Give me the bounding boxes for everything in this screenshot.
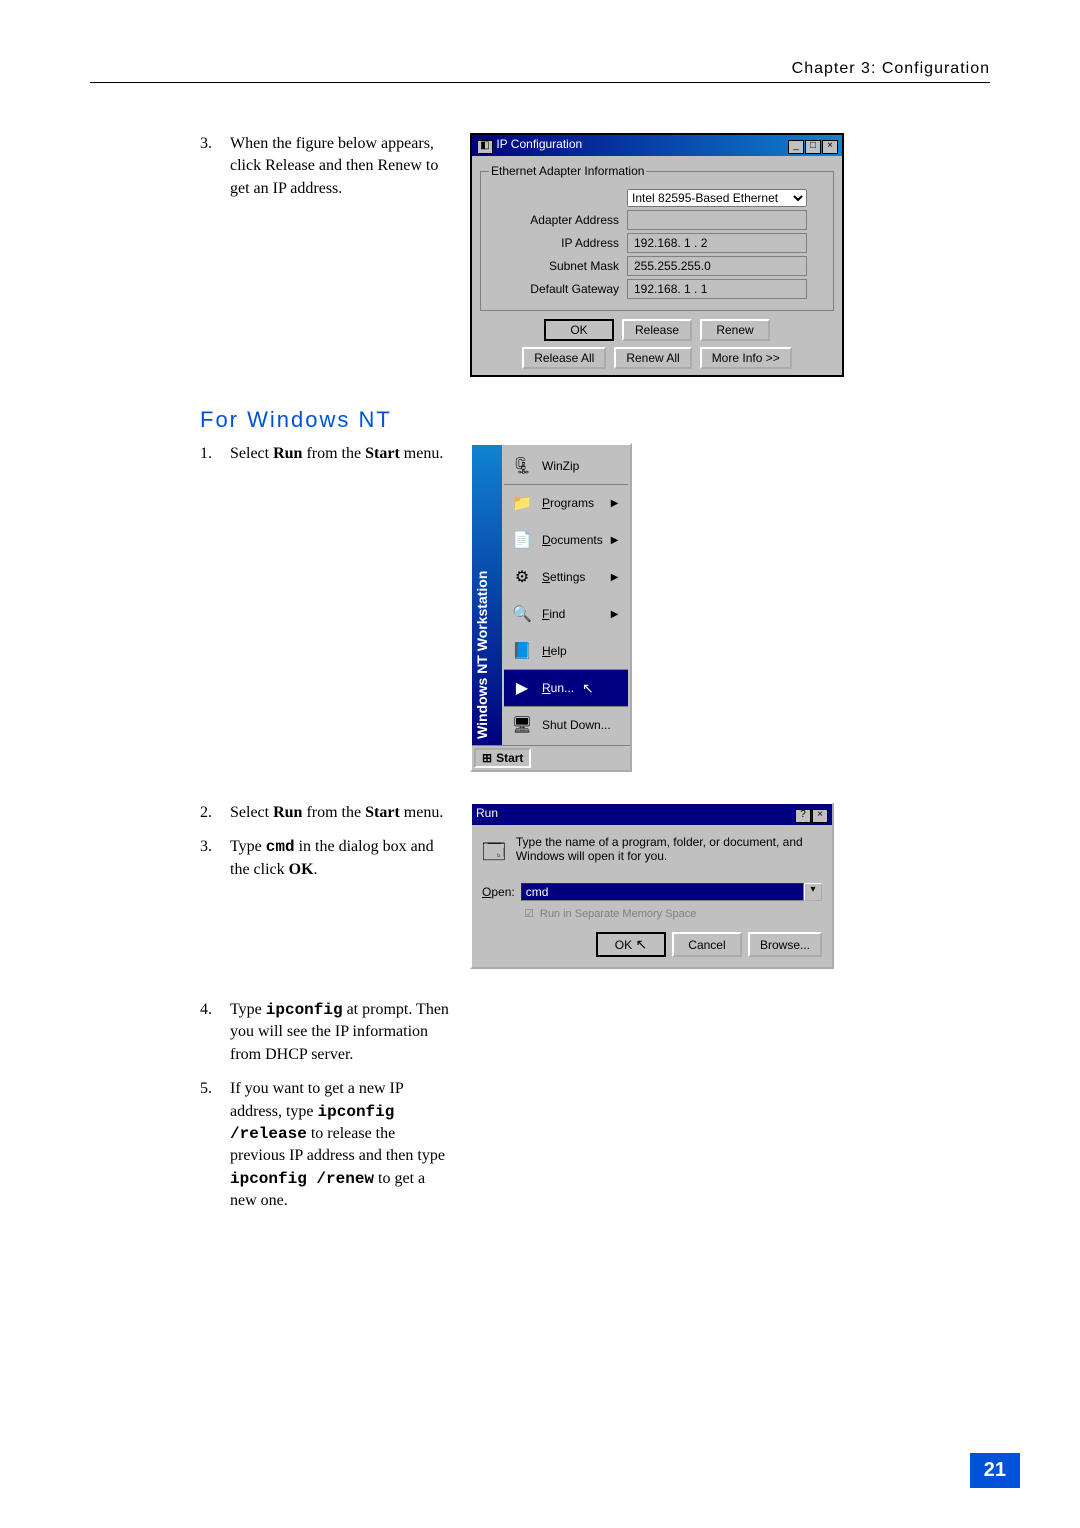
release-button[interactable]: Release [622, 319, 692, 341]
menu-item-run[interactable]: ▶ Run... ↖ [504, 669, 628, 706]
minimize-icon[interactable]: _ [788, 140, 804, 154]
browse-button[interactable]: Browse... [748, 932, 822, 957]
menu-item-help[interactable]: 📘 Help [504, 632, 628, 669]
checkbox-icon: ☑ [524, 907, 534, 920]
step-3: 3. When the figure below appears, click … [200, 133, 450, 200]
start-menu: Windows NT Workstation 🗜 WinZip 📁 Progra… [470, 443, 632, 772]
settings-icon: ⚙ [510, 565, 534, 589]
shutdown-icon: 🖥 [510, 713, 534, 737]
close-icon[interactable]: × [822, 140, 838, 154]
cursor-icon: ↖ [582, 680, 594, 697]
start-menu-sidebar: Windows NT Workstation [472, 445, 502, 745]
run-icon: ▶ [510, 676, 534, 700]
ok-button[interactable]: OK ↖ [596, 932, 666, 957]
run-title: Run [476, 806, 498, 823]
step-2-nt: 2. Select Run from the Start menu. [200, 802, 450, 824]
default-gateway-value: 192.168. 1 . 1 [627, 279, 807, 299]
maximize-icon[interactable]: □ [805, 140, 821, 154]
cursor-icon: ↖ [635, 936, 647, 952]
ok-button[interactable]: OK [544, 319, 614, 341]
subnet-mask-value: 255.255.255.0 [627, 256, 807, 276]
step-1-nt: 1. Select Run from the Start menu. [200, 443, 450, 465]
chevron-right-icon: ▶ [611, 609, 619, 620]
chevron-right-icon: ▶ [611, 572, 619, 583]
adapter-select[interactable]: Intel 82595-Based Ethernet [627, 189, 807, 207]
step-5-nt: 5. If you want to get a new IP address, … [200, 1078, 450, 1212]
run-dialog: Run ?× 🗔 Type the name of a program, fol… [470, 802, 834, 969]
close-icon[interactable]: × [812, 809, 828, 823]
menu-item-winzip[interactable]: 🗜 WinZip [504, 447, 628, 484]
find-icon: 🔍 [510, 602, 534, 626]
programs-icon: 📁 [510, 491, 534, 515]
adapter-address-label: Adapter Address [489, 213, 627, 227]
winzip-icon: 🗜 [510, 454, 534, 478]
adapter-address-value [627, 210, 807, 230]
page-header: Chapter 3: Configuration [90, 60, 990, 83]
menu-item-shutdown[interactable]: 🖥 Shut Down... [504, 706, 628, 743]
group-label: Ethernet Adapter Information [489, 164, 646, 178]
release-all-button[interactable]: Release All [522, 347, 606, 369]
ip-address-value: 192.168. 1 . 2 [627, 233, 807, 253]
run-description: Type the name of a program, folder, or d… [516, 835, 822, 863]
renew-all-button[interactable]: Renew All [614, 347, 691, 369]
chevron-right-icon: ▶ [611, 535, 619, 546]
ip-configuration-window: ◧ IP Configuration _□× Ethernet Adapter … [470, 133, 844, 377]
renew-button[interactable]: Renew [700, 319, 770, 341]
ip-address-label: IP Address [489, 236, 627, 250]
step-3-nt: 3. Type cmd in the dialog box and the cl… [200, 836, 450, 881]
separate-memory-checkbox: ☑ Run in Separate Memory Space [482, 907, 822, 920]
open-label: Open: [482, 885, 515, 899]
section-heading-nt: For Windows NT [200, 407, 990, 433]
more-info-button[interactable]: More Info >> [700, 347, 792, 369]
run-app-icon: 🗔 [482, 835, 506, 873]
cancel-button[interactable]: Cancel [672, 932, 742, 957]
menu-item-settings[interactable]: ⚙ Settings ▶ [504, 558, 628, 595]
help-icon: 📘 [510, 639, 534, 663]
open-input[interactable]: cmd ▾ [521, 883, 822, 901]
ipconfig-title: IP Configuration [496, 137, 582, 151]
page-number: 21 [970, 1453, 1020, 1488]
chevron-down-icon[interactable]: ▾ [804, 883, 822, 901]
menu-item-programs[interactable]: 📁 Programs ▶ [504, 484, 628, 521]
app-icon: ◧ [477, 140, 493, 154]
menu-item-find[interactable]: 🔍 Find ▶ [504, 595, 628, 632]
chevron-right-icon: ▶ [611, 498, 619, 509]
subnet-mask-label: Subnet Mask [489, 259, 627, 273]
documents-icon: 📄 [510, 528, 534, 552]
step-4-nt: 4. Type ipconfig at prompt. Then you wil… [200, 999, 450, 1066]
menu-item-documents[interactable]: 📄 Documents ▶ [504, 521, 628, 558]
help-icon[interactable]: ? [795, 809, 811, 823]
windows-icon: ⊞ [482, 751, 492, 765]
start-button[interactable]: ⊞ Start [474, 748, 531, 768]
default-gateway-label: Default Gateway [489, 282, 627, 296]
